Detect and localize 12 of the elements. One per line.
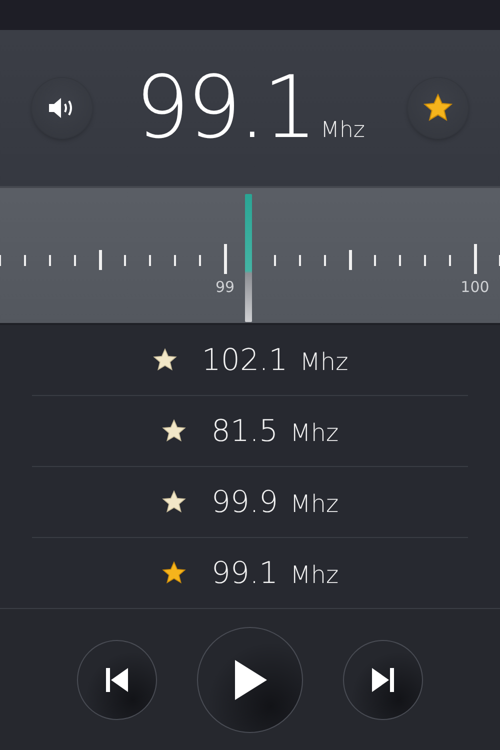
station-frequency[interactable]: 81.5 Mhz [211, 414, 339, 449]
next-icon [370, 666, 396, 693]
play-icon [233, 660, 267, 700]
dial-label: 100 [460, 278, 490, 296]
station-frequency[interactable]: 99.9 Mhz [211, 484, 339, 520]
frequency-display: 99.1 [135, 65, 314, 152]
previous-icon [104, 666, 130, 693]
tuning-dial[interactable]: 99 100 [0, 186, 500, 326]
station-frequency[interactable]: 99.1 Mhz [211, 556, 339, 591]
frequency-unit: Mhz [320, 118, 365, 144]
dial-label: 99 [215, 278, 235, 296]
station-frequency[interactable]: 102.1 Mhz [202, 342, 348, 378]
